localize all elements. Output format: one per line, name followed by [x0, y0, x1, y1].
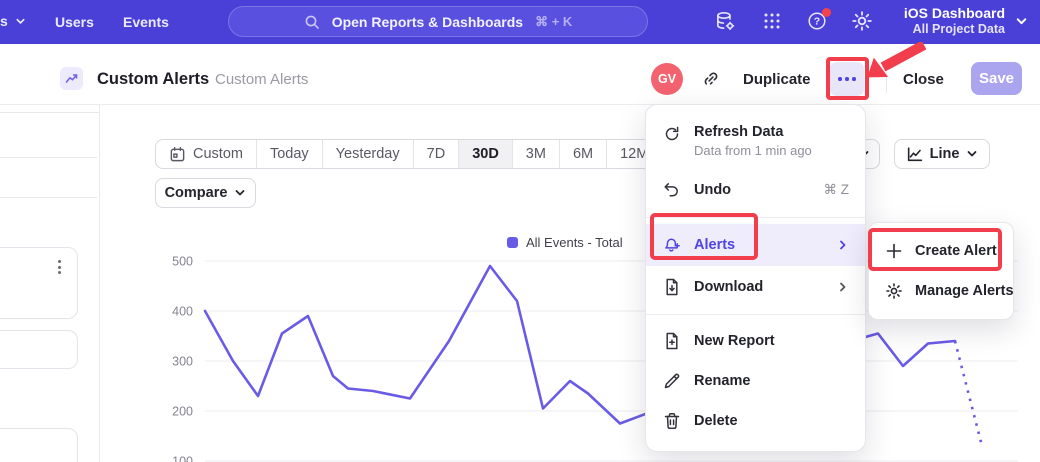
- range-30d[interactable]: 30D: [458, 140, 512, 168]
- range-yesterday[interactable]: Yesterday: [322, 140, 413, 168]
- settings-icon[interactable]: [851, 10, 875, 34]
- range-today[interactable]: Today: [256, 140, 322, 168]
- undo-shortcut: ⌘ Z: [824, 182, 850, 198]
- sidebar-row-divider: [0, 157, 97, 158]
- project-selector[interactable]: iOS Dashboard All Project Data: [904, 5, 1028, 37]
- chevron-down-icon: [1015, 15, 1028, 28]
- legend-label: All Events - Total: [526, 235, 623, 250]
- chevron-down-icon: [966, 148, 978, 160]
- sidebar-row-divider: [0, 197, 97, 198]
- sidebar-divider: [99, 105, 100, 462]
- chevron-down-icon: [234, 187, 246, 199]
- search-shortcut: ⌘ + K: [535, 14, 572, 30]
- chart-legend: All Events - Total: [507, 235, 623, 250]
- kebab-menu-icon[interactable]: [58, 260, 61, 274]
- svg-text:?: ?: [814, 16, 820, 28]
- project-name: iOS Dashboard: [904, 5, 1005, 22]
- y-axis-tick: 500: [172, 255, 193, 269]
- copy-link-icon[interactable]: [701, 69, 721, 89]
- header-divider: [886, 65, 887, 93]
- refresh-icon: [662, 124, 682, 144]
- top-navigation: s Users Events Open Reports & Dashboards…: [0, 0, 1040, 44]
- avatar[interactable]: GV: [651, 63, 683, 95]
- range-7d[interactable]: 7D: [413, 140, 459, 168]
- alerts-submenu: Create Alert Manage Alerts: [868, 222, 1014, 320]
- menu-item-download[interactable]: Download: [646, 266, 865, 308]
- close-button[interactable]: Close: [903, 71, 944, 88]
- legend-swatch: [507, 237, 518, 248]
- global-search-input[interactable]: Open Reports & Dashboards ⌘ + K: [228, 6, 648, 37]
- menu-item-alerts[interactable]: Alerts: [646, 224, 865, 266]
- nav-item-users[interactable]: Users: [55, 14, 94, 30]
- menu-item-refresh-data[interactable]: Refresh Data Data from 1 min ago: [646, 115, 865, 169]
- y-axis-tick: 400: [172, 305, 193, 319]
- compare-button[interactable]: Compare: [155, 178, 256, 208]
- chevron-right-icon: [837, 239, 849, 251]
- menu-item-undo[interactable]: Undo ⌘ Z: [646, 169, 865, 211]
- submenu-item-create-alert[interactable]: Create Alert: [869, 231, 1013, 271]
- date-range-control: Custom Today Yesterday 7D 30D 3M 6M 12M: [155, 139, 662, 169]
- page-title: Custom Alerts: [97, 70, 209, 89]
- pencil-icon: [662, 371, 682, 391]
- gear-icon: [885, 282, 903, 300]
- sidebar-row-divider: [0, 112, 99, 113]
- help-icon[interactable]: ?: [806, 10, 830, 34]
- y-axis-tick: 100: [172, 455, 193, 462]
- refresh-status: Data from 1 min ago: [694, 143, 812, 158]
- sidebar-card[interactable]: [0, 330, 78, 369]
- range-6m[interactable]: 6M: [559, 140, 606, 168]
- nav-item-events[interactable]: Events: [123, 14, 169, 30]
- project-scope: All Project Data: [913, 22, 1005, 37]
- more-options-button[interactable]: [830, 62, 864, 96]
- app-window: 500 400 300 200 100 All Events - Total Custo…: [0, 0, 1040, 462]
- menu-item-delete[interactable]: Delete: [646, 401, 865, 441]
- chart-type-button[interactable]: Line: [894, 139, 990, 169]
- menu-divider: [646, 314, 865, 315]
- plus-icon: [885, 242, 903, 260]
- apps-grid-icon[interactable]: [761, 10, 785, 34]
- trash-icon: [662, 411, 682, 431]
- report-header: Custom Alerts Custom Alerts GV Duplicate…: [0, 44, 1040, 105]
- search-placeholder: Open Reports & Dashboards: [332, 14, 523, 30]
- notification-dot: [822, 8, 831, 17]
- chevron-right-icon: [837, 281, 849, 293]
- chevron-down-icon: [15, 16, 26, 27]
- sidebar-card[interactable]: [0, 247, 78, 319]
- more-options-menu: Refresh Data Data from 1 min ago Undo ⌘ …: [645, 104, 866, 452]
- report-trend-icon: [60, 67, 83, 90]
- save-button[interactable]: Save: [971, 62, 1022, 95]
- range-3m[interactable]: 3M: [512, 140, 559, 168]
- menu-item-new-report[interactable]: New Report: [646, 321, 865, 361]
- undo-icon: [662, 180, 682, 200]
- line-chart-icon: [906, 146, 923, 163]
- y-axis-tick: 300: [172, 355, 193, 369]
- y-axis-tick: 200: [172, 405, 193, 419]
- nav-item-partial[interactable]: s: [0, 13, 26, 29]
- data-icon[interactable]: [714, 10, 738, 34]
- sidebar-card[interactable]: [0, 428, 78, 462]
- new-report-icon: [662, 331, 682, 351]
- search-icon: [304, 14, 320, 30]
- calendar-icon: [169, 146, 186, 163]
- menu-item-rename[interactable]: Rename: [646, 361, 865, 401]
- download-icon: [662, 277, 682, 297]
- range-custom[interactable]: Custom: [156, 140, 256, 168]
- menu-divider: [646, 217, 865, 218]
- submenu-item-manage-alerts[interactable]: Manage Alerts: [869, 271, 1013, 311]
- alert-bell-icon: [662, 235, 682, 255]
- duplicate-button[interactable]: Duplicate: [743, 71, 811, 88]
- breadcrumb: Custom Alerts: [215, 71, 308, 88]
- series-line-projected: [955, 341, 982, 446]
